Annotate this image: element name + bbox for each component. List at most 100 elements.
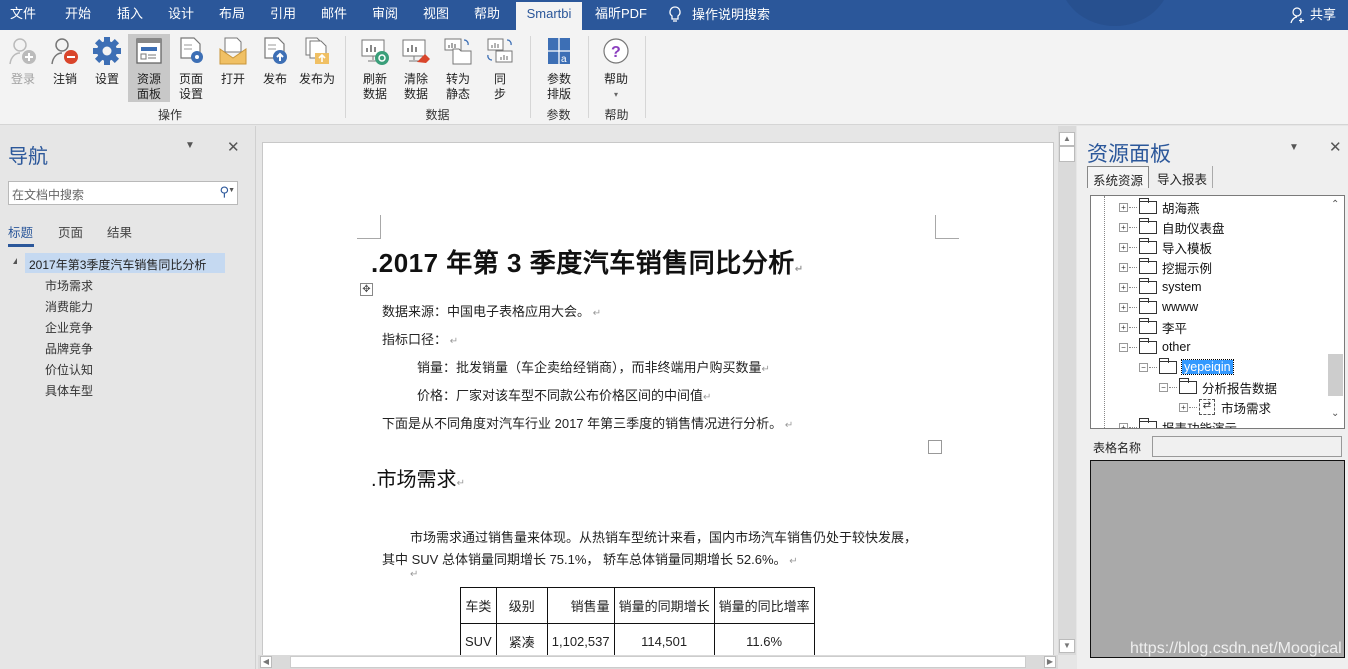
close-icon[interactable]: ✕ xyxy=(1329,138,1342,156)
collapse-icon[interactable]: − xyxy=(1159,382,1168,392)
pane-options-icon[interactable]: ▼ xyxy=(1289,142,1299,153)
expand-icon[interactable]: + xyxy=(1119,222,1128,232)
tab-help[interactable]: 帮助 xyxy=(463,0,511,30)
clear-data-button[interactable]: 清除 数据 xyxy=(396,34,436,102)
expand-icon[interactable]: + xyxy=(1119,322,1128,332)
scroll-thumb[interactable] xyxy=(1059,146,1075,162)
folder-icon xyxy=(1139,297,1157,314)
sync-button[interactable]: 同 步 xyxy=(480,34,520,102)
expand-icon[interactable]: + xyxy=(1119,262,1128,272)
expand-icon[interactable]: + xyxy=(1119,282,1128,292)
tab-design[interactable]: 设计 xyxy=(157,0,205,30)
share-button[interactable]: 共享 xyxy=(1290,0,1336,30)
page-settings-button[interactable]: 页面 设置 xyxy=(171,34,211,102)
open-button[interactable]: 打开 xyxy=(213,34,253,102)
expand-icon[interactable]: + xyxy=(1179,402,1188,412)
scroll-up-icon[interactable]: ⌃ xyxy=(1331,199,1339,210)
tree-node[interactable]: − yepeiqin xyxy=(1139,357,1234,376)
settings-button[interactable]: 设置 xyxy=(87,34,127,102)
tree-node[interactable]: + system xyxy=(1119,277,1202,296)
expand-icon[interactable]: + xyxy=(1119,202,1128,212)
logout-button[interactable]: 注销 xyxy=(45,34,85,102)
tree-node[interactable]: − other xyxy=(1119,337,1191,356)
doc-line-intro: 下面是从不同角度对汽车行业 2017 年第三季度的销售情况进行分析。 ↵ xyxy=(382,416,794,431)
sync-label-2: 步 xyxy=(493,87,506,101)
refresh-data-button[interactable]: 刷新 数据 xyxy=(355,34,395,102)
tree-node[interactable]: + 李平 xyxy=(1119,317,1187,336)
nav-tab-headings[interactable]: 标题 xyxy=(8,222,33,241)
nav-heading-root[interactable]: 2017年第3季度汽车销售同比分析 xyxy=(25,253,225,273)
nav-tab-pages[interactable]: 页面 xyxy=(58,222,83,241)
nav-tab-results[interactable]: 结果 xyxy=(107,222,132,241)
person-add-icon xyxy=(1290,7,1304,24)
document-area: .2017 年第 3 季度汽车销售同比分析↵ ✥ 数据来源：中国电子表格应用大会… xyxy=(257,126,1058,655)
resource-panel-button[interactable]: 资源 面板 xyxy=(128,34,170,102)
tab-references[interactable]: 引用 xyxy=(259,0,307,30)
scroll-down-icon[interactable]: ▼ xyxy=(1059,639,1075,653)
tab-review[interactable]: 审阅 xyxy=(361,0,409,30)
tree-node[interactable]: + 胡海燕 xyxy=(1119,197,1200,216)
tree-node[interactable]: + 自助仪表盘 xyxy=(1119,217,1225,236)
tab-smartbi[interactable]: Smartbi xyxy=(516,2,582,30)
publish-as-button[interactable]: 发布为 xyxy=(296,34,338,102)
scroll-down-icon[interactable]: ⌄ xyxy=(1331,408,1339,419)
chevron-down-icon[interactable]: ▼ xyxy=(228,187,235,194)
expand-icon[interactable]: + xyxy=(1119,422,1128,428)
resource-panel-icon xyxy=(136,38,162,64)
tell-me-search[interactable]: 操作说明搜索 xyxy=(668,0,808,30)
param-layout-button[interactable]: a 参数 排版 xyxy=(539,34,579,102)
tree-connector xyxy=(1129,226,1137,228)
scroll-left-icon[interactable]: ◀ xyxy=(260,656,272,668)
close-icon[interactable]: ✕ xyxy=(227,138,240,156)
tab-insert[interactable]: 插入 xyxy=(106,0,154,30)
scroll-up-icon[interactable]: ▲ xyxy=(1059,132,1075,146)
active-tab-underline xyxy=(8,244,34,247)
collapse-icon[interactable]: − xyxy=(1119,342,1128,352)
tab-foxit-pdf[interactable]: 福昕PDF xyxy=(588,0,654,30)
tab-file[interactable]: 文件 xyxy=(0,0,46,30)
nav-heading-item[interactable]: 市场需求 xyxy=(45,277,93,294)
tree-node[interactable]: + ⇄ 市场需求 xyxy=(1179,398,1271,416)
tree-node[interactable]: + 挖掘示例 xyxy=(1119,257,1212,276)
nav-heading-item[interactable]: 品牌竞争 xyxy=(45,340,93,357)
publish-button[interactable]: 发布 xyxy=(255,34,295,102)
help-button[interactable]: ? 帮助 ▾ xyxy=(596,34,636,102)
to-static-label-1: 转为 xyxy=(445,72,470,86)
login-button[interactable]: 登录 xyxy=(3,34,43,102)
pane-options-icon[interactable]: ▼ xyxy=(185,140,195,151)
nav-heading-item[interactable]: 价位认知 xyxy=(45,361,93,378)
document-horizontal-scrollbar[interactable]: ◀ ▶ xyxy=(258,655,1058,669)
resource-tree: + 胡海燕 + 自助仪表盘 + 导入模板 + 挖掘示例 + system + wwww + 李平 − othe… xyxy=(1090,195,1345,429)
expand-icon[interactable]: + xyxy=(1119,302,1128,312)
tab-import-report[interactable]: 导入报表 xyxy=(1152,166,1214,188)
collapse-icon[interactable]: − xyxy=(1139,362,1148,372)
document-vertical-scrollbar[interactable]: ▲ ▼ xyxy=(1058,126,1076,655)
document-page[interactable]: .2017 年第 3 季度汽车销售同比分析↵ ✥ 数据来源：中国电子表格应用大会… xyxy=(262,142,1054,655)
tab-home[interactable]: 开始 xyxy=(54,0,102,30)
tab-layout[interactable]: 布局 xyxy=(208,0,256,30)
tree-node[interactable]: + 导入模板 xyxy=(1119,237,1212,256)
nav-search-input[interactable]: 在文档中搜索 ⚲ ▼ xyxy=(8,181,238,205)
table-move-handle-icon[interactable]: ✥ xyxy=(360,283,373,296)
tree-node[interactable]: − 分析报告数据 xyxy=(1159,377,1277,396)
collapse-caret-icon[interactable] xyxy=(13,258,17,264)
tree-connector xyxy=(1129,246,1137,248)
scroll-right-icon[interactable]: ▶ xyxy=(1044,656,1056,668)
scroll-thumb[interactable] xyxy=(290,656,1026,668)
nav-heading-item[interactable]: 具体车型 xyxy=(45,382,93,399)
tree-connector xyxy=(1129,326,1137,328)
table-name-input[interactable] xyxy=(1152,436,1342,457)
tab-view[interactable]: 视图 xyxy=(412,0,460,30)
tab-system-resources[interactable]: 系统资源 xyxy=(1087,166,1150,188)
nav-heading-item[interactable]: 企业竞争 xyxy=(45,319,93,336)
tab-mailings[interactable]: 邮件 xyxy=(310,0,358,30)
nav-heading-item[interactable]: 消费能力 xyxy=(45,298,93,315)
tree-scrollbar[interactable]: ⌃ ⌄ xyxy=(1327,196,1344,428)
scroll-thumb[interactable] xyxy=(1328,354,1343,396)
to-static-button[interactable]: 转为 静态 xyxy=(438,34,478,102)
folder-icon xyxy=(1139,217,1157,234)
expand-icon[interactable]: + xyxy=(1119,242,1128,252)
tree-node[interactable]: + wwww xyxy=(1119,297,1198,316)
report-icon: ⇄ xyxy=(1199,399,1215,415)
tree-node[interactable]: + 报表功能演示 xyxy=(1119,417,1237,428)
